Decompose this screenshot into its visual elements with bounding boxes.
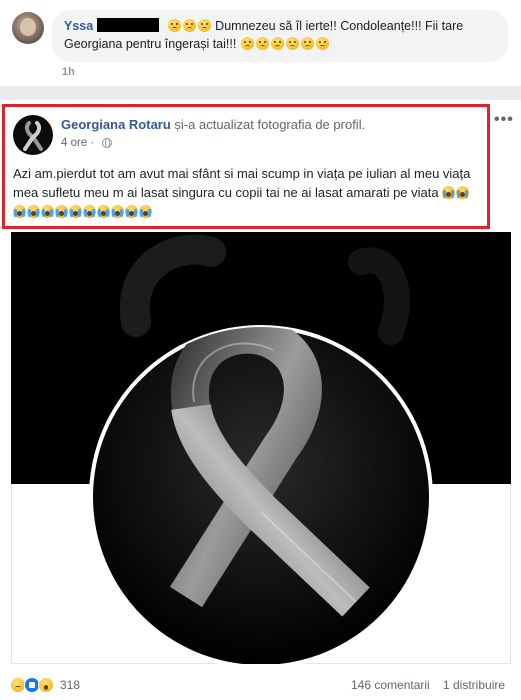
profile-photo[interactable] xyxy=(11,232,511,664)
commenter-name[interactable]: Yssa xyxy=(64,19,93,33)
post-footer: 318 146 comentarii 1 distribuire xyxy=(0,669,521,700)
post-meta: 4 ore · xyxy=(61,137,113,149)
comment-bubble: Yssa Dumnezeu să îl ierte!! Condoleanțe!… xyxy=(52,10,508,62)
post-text: Azi am.pierdut tot am avut mai sfânt si … xyxy=(13,164,483,221)
crying-emoji-icon xyxy=(69,205,82,218)
crying-emoji-icon xyxy=(41,205,54,218)
more-options-icon[interactable]: ••• xyxy=(494,111,514,129)
crying-emoji-icon xyxy=(13,205,26,218)
comments-count-link[interactable]: 146 comentarii xyxy=(351,678,430,692)
crying-emoji-icon xyxy=(83,205,96,218)
comment-timestamp[interactable]: 1h xyxy=(62,66,75,78)
commenter-avatar[interactable] xyxy=(12,12,44,44)
sad-emoji-icon xyxy=(197,19,211,32)
feed-divider xyxy=(0,86,521,100)
crying-emoji-icon xyxy=(442,186,456,199)
sad-emoji-icon xyxy=(255,37,269,50)
crying-emoji-icon xyxy=(55,205,68,218)
reaction-count[interactable]: 318 xyxy=(60,678,80,692)
sad-emoji-icon xyxy=(240,37,254,50)
comment-block: Yssa Dumnezeu să îl ierte!! Condoleanțe!… xyxy=(0,0,521,86)
post-timestamp[interactable]: 4 ore xyxy=(61,137,87,149)
sad-emoji-icon xyxy=(285,37,299,50)
crying-emoji-icon xyxy=(111,205,124,218)
comment-text-line1: Dumnezeu să îl ierte!! Condoleanțe!!! Fi… xyxy=(215,19,464,33)
post-body: Azi am.pierdut tot am avut mai sfânt si … xyxy=(13,166,471,200)
sad-emoji-icon xyxy=(300,37,314,50)
post-separator: · xyxy=(90,137,95,149)
crying-emoji-icon xyxy=(139,205,152,218)
crying-emoji-icon xyxy=(27,205,40,218)
post-action: și-a actualizat fotografia de profil. xyxy=(174,117,366,132)
sad-emoji-icon xyxy=(270,37,284,50)
author-avatar[interactable] xyxy=(13,115,53,155)
crying-emoji-icon xyxy=(125,205,138,218)
crying-emoji-icon xyxy=(456,186,470,199)
sad-emoji-icon xyxy=(182,19,196,32)
redaction-box xyxy=(97,18,160,32)
wow-reaction-icon[interactable] xyxy=(38,677,54,693)
comment-text-line2: Georgiana pentru îngerași tai!!! xyxy=(64,37,237,51)
black-ribbon-avatar-icon xyxy=(23,121,43,151)
globe-icon[interactable] xyxy=(102,138,113,148)
feed-post: Georgiana Rotaru și-a actualizat fotogra… xyxy=(0,100,521,700)
black-ribbon-icon xyxy=(89,234,433,664)
sad-emoji-icon xyxy=(315,37,329,50)
sad-emoji-icon xyxy=(167,19,181,32)
post-header: Georgiana Rotaru și-a actualizat fotogra… xyxy=(61,117,365,132)
author-name[interactable]: Georgiana Rotaru xyxy=(61,117,171,132)
crying-emoji-icon xyxy=(97,205,110,218)
shares-count-link[interactable]: 1 distribuire xyxy=(443,678,505,692)
